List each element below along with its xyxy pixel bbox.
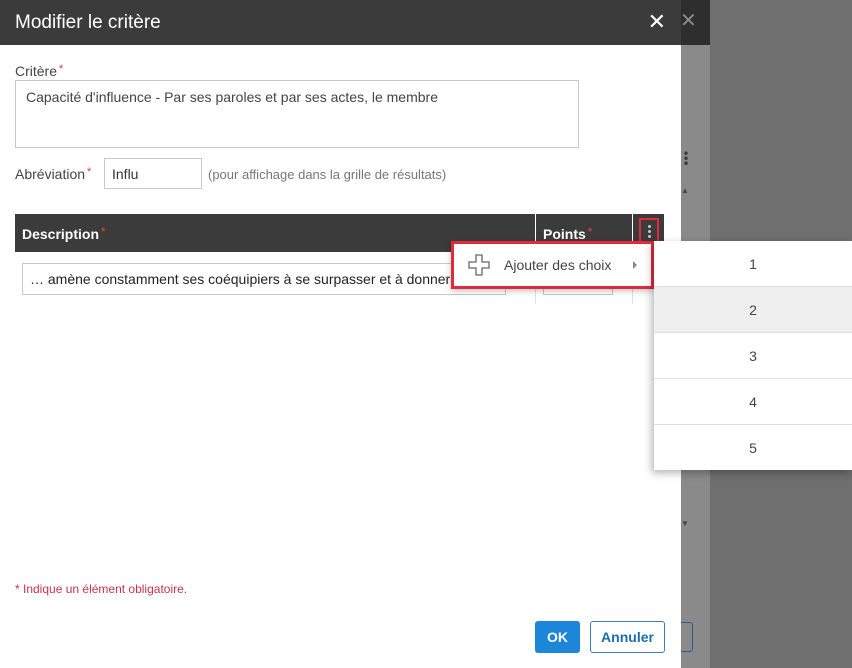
more-vertical-icon [647,224,651,228]
submenu-item-5[interactable]: 5 [654,425,852,471]
modal-header: Modifier le critère ✕ [0,0,681,45]
modal-title: Modifier le critère [15,11,161,33]
submenu-item-1[interactable]: 1 [654,241,852,287]
chevron-right-icon [633,261,637,269]
background-scroll-up-icon: ▲ [681,186,689,195]
cancel-button[interactable]: Annuler [590,621,665,653]
close-icon[interactable]: ✕ [648,11,666,34]
choices-submenu: 1 2 3 4 5 [654,241,852,470]
description-input[interactable]: … amène constamment ses coéquipiers à se… [22,263,506,295]
more-vertical-icon-dot [647,234,651,238]
column-header-description-text: Description [22,226,100,242]
background-more-icon: • • • [682,147,690,171]
submenu-item-3[interactable]: 3 [654,333,852,379]
required-mark: * [101,226,106,238]
required-mark: * [587,226,593,238]
criterion-textarea[interactable]: Capacité d'influence - Par ses paroles e… [15,80,579,148]
required-mark: * [87,166,92,178]
column-header-points-text: Points [543,226,586,242]
plus-icon [468,254,490,276]
menu-item-label: Ajouter des choix [504,257,612,273]
ok-button[interactable]: OK [535,621,580,653]
submenu-item-2[interactable]: 2 [654,287,852,333]
required-note: * Indique un élément obligatoire. [15,582,188,596]
column-header-points: Points * [543,226,592,242]
background-button [681,622,693,652]
criterion-label: Critère * [15,63,63,81]
submenu-item-4[interactable]: 4 [654,379,852,425]
background-close-icon: ✕ [680,8,697,32]
abbreviation-label: Abréviation * [15,166,91,184]
column-header-description: Description * [22,226,105,242]
edit-criterion-modal: Modifier le critère ✕ Critère * Capacité … [0,0,681,668]
abbreviation-input[interactable]: Influ [104,158,202,189]
required-mark: * [59,63,64,75]
background-scroll-down-icon: ▼ [681,519,689,528]
criterion-label-text: Critère [15,63,58,79]
abbreviation-hint: (pour affichage dans la grille de résult… [208,167,447,182]
abbreviation-label-text: Abréviation [15,166,86,182]
menu-item-add-choices[interactable]: Ajouter des choix [451,241,654,289]
more-vertical-icon-dot [647,229,651,233]
